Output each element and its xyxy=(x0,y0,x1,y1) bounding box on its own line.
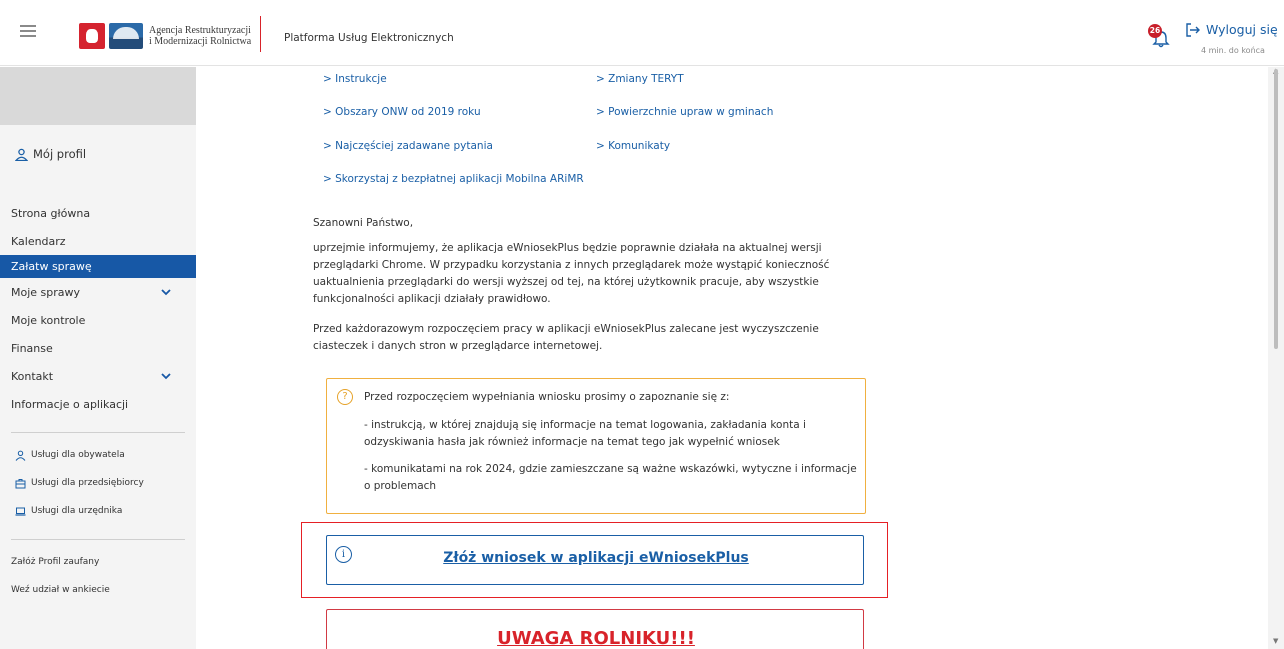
briefcase-icon xyxy=(15,478,26,488)
scroll-down-icon[interactable]: ▼ xyxy=(1273,637,1278,645)
sidebar-banner xyxy=(0,67,196,125)
sidebar-divider xyxy=(11,539,185,540)
logout-icon xyxy=(1186,22,1200,37)
sidebar-item-my-cases[interactable]: Moje sprawy xyxy=(0,278,196,306)
greeting: Szanowni Państwo, xyxy=(313,217,414,229)
sidebar: Mój profil Strona główna Kalendarz Załat… xyxy=(0,67,196,649)
link-instructions[interactable]: > Instrukcje xyxy=(323,73,387,85)
arimr-logo[interactable]: Agencja Restrukturyzacji i Modernizacji … xyxy=(79,22,251,50)
sidebar-item-citizen-services[interactable]: Usługi dla obywatela xyxy=(0,441,196,469)
sidebar-item-calendar[interactable]: Kalendarz xyxy=(0,227,196,255)
scroll-thumb[interactable] xyxy=(1274,69,1278,349)
sidebar-item-finances[interactable]: Finanse xyxy=(0,334,196,362)
chevron-down-icon[interactable] xyxy=(161,287,171,297)
info-heading: Przed rozpoczęciem wypełniania wniosku p… xyxy=(364,391,730,403)
sidebar-item-handle-matter[interactable]: Załatw sprawę xyxy=(0,255,196,278)
main-nav: Strona główna Kalendarz Załatw sprawę Mo… xyxy=(0,199,196,418)
header-divider xyxy=(260,16,261,52)
submit-application-link[interactable]: Złóż wniosek w aplikacji eWniosekPlus xyxy=(327,550,865,566)
farmer-warning-link[interactable]: UWAGA ROLNIKU!!! xyxy=(327,628,865,649)
sidebar-item-trusted-profile[interactable]: Załóż Profil zaufany xyxy=(0,548,196,576)
sidebar-item-home[interactable]: Strona główna xyxy=(0,199,196,227)
notification-badge: 26 xyxy=(1148,24,1162,38)
link-teryt-changes[interactable]: > Zmiany TERYT xyxy=(596,73,684,85)
my-profile-link[interactable]: Mój profil xyxy=(0,129,196,179)
link-announcements[interactable]: > Komunikaty xyxy=(596,140,670,152)
session-timer: 4 min. do końca xyxy=(1201,46,1265,55)
my-profile-label: Mój profil xyxy=(33,147,87,161)
link-mobile-app[interactable]: > Skorzystaj z bezpłatnej aplikacji Mobi… xyxy=(323,173,584,185)
sidebar-item-app-info[interactable]: Informacje o aplikacji xyxy=(0,390,196,418)
info-item-announcements: - komunikatami na rok 2024, gdzie zamies… xyxy=(364,463,857,492)
cookies-notice: Przed każdorazowym rozpoczęciem pracy w … xyxy=(313,323,819,352)
farmer-warning-box: UWAGA ROLNIKU!!! xyxy=(326,609,864,649)
sidebar-item-contact[interactable]: Kontakt xyxy=(0,362,196,390)
arimr-mark-icon xyxy=(109,23,143,49)
info-box: ? Przed rozpoczęciem wypełniania wniosku… xyxy=(326,378,866,514)
sidebar-item-official-services[interactable]: Usługi dla urzędnika xyxy=(0,497,196,525)
browser-notice: uprzejmie informujemy, że aplikacja eWni… xyxy=(313,242,830,305)
platform-title: Platforma Usług Elektronicznych xyxy=(284,32,454,44)
submit-application-box[interactable]: i Złóż wniosek w aplikacji eWniosekPlus xyxy=(326,535,864,585)
logout-label: Wyloguj się xyxy=(1206,22,1278,37)
link-crop-areas[interactable]: > Powierzchnie upraw w gminach xyxy=(596,106,773,118)
top-header: Agencja Restrukturyzacji i Modernizacji … xyxy=(0,0,1284,66)
sidebar-item-business-services[interactable]: Usługi dla przedsiębiorcy xyxy=(0,469,196,497)
page-scrollbar[interactable]: ▲ ▼ xyxy=(1268,67,1284,649)
person-icon xyxy=(15,450,26,461)
link-onw-areas[interactable]: > Obszary ONW od 2019 roku xyxy=(323,106,481,118)
notifications-button[interactable]: 26 xyxy=(1148,24,1174,50)
sidebar-item-my-inspections[interactable]: Moje kontrole xyxy=(0,306,196,334)
logout-button[interactable]: Wyloguj się xyxy=(1186,22,1278,37)
main-content: > Instrukcje > Zmiany TERYT > Obszary ON… xyxy=(196,67,1268,649)
laptop-icon xyxy=(15,507,26,516)
poland-eagle-icon xyxy=(79,23,105,49)
sidebar-item-survey[interactable]: Weź udział w ankiecie xyxy=(0,576,196,604)
user-icon xyxy=(15,148,28,161)
agency-name: Agencja Restrukturyzacji i Modernizacji … xyxy=(149,25,252,47)
link-faq[interactable]: > Najczęściej zadawane pytania xyxy=(323,140,493,152)
menu-icon[interactable] xyxy=(20,25,36,39)
info-item-instructions: - instrukcją, w której znajdują się info… xyxy=(364,419,806,448)
question-icon: ? xyxy=(337,389,353,405)
chevron-down-icon[interactable] xyxy=(161,371,171,381)
sidebar-divider xyxy=(11,432,185,433)
